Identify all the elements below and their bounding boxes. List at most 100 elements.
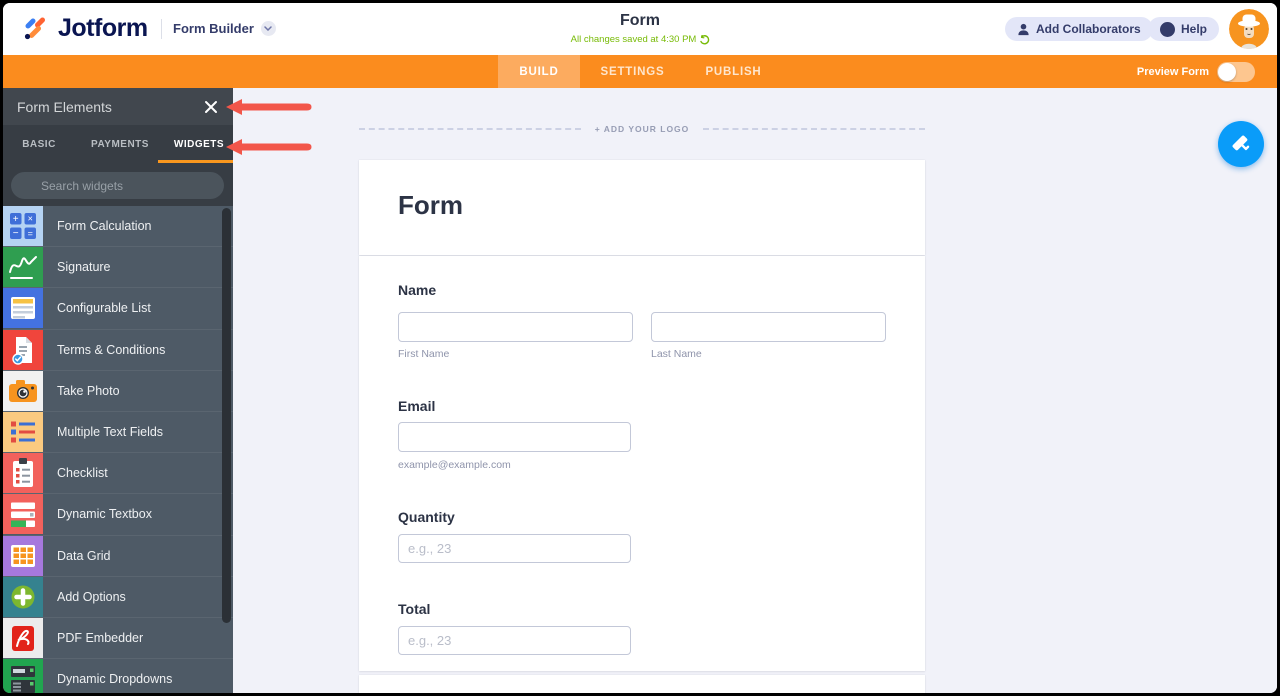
- tab-build[interactable]: BUILD: [498, 55, 580, 88]
- preview-form-toggle[interactable]: [1217, 61, 1255, 82]
- sidebar-scrollbar[interactable]: [222, 208, 231, 623]
- user-avatar[interactable]: [1229, 9, 1269, 49]
- name-field-label[interactable]: Name: [398, 282, 436, 298]
- form-footer-card[interactable]: [359, 675, 925, 693]
- jotform-logo[interactable]: Jotform: [21, 14, 148, 43]
- widget-item-data-grid[interactable]: Data Grid: [3, 535, 233, 577]
- pdf-icon: [3, 617, 43, 658]
- annotation-arrow-widgets: [226, 139, 312, 155]
- stacked-inputs-icon: [3, 494, 43, 535]
- table-list-icon: [3, 288, 43, 329]
- help-label: Help: [1181, 22, 1208, 36]
- text-lines-icon: [3, 412, 43, 453]
- widget-item-configurable-list[interactable]: Configurable List: [3, 288, 233, 330]
- form-builder-menu[interactable]: Form Builder: [173, 21, 276, 36]
- total-input[interactable]: [398, 626, 631, 655]
- tab-payments[interactable]: PAYMENTS: [75, 139, 165, 150]
- jotform-logo-icon: [24, 17, 45, 39]
- plus-circle-icon: [3, 576, 43, 617]
- widget-item-form-calculation[interactable]: + × − = Form Calculation: [3, 206, 233, 248]
- quantity-input[interactable]: [398, 534, 631, 563]
- widget-item-label: Dynamic Textbox: [57, 507, 152, 522]
- add-logo-label[interactable]: + ADD YOUR LOGO: [581, 124, 704, 134]
- email-field-label[interactable]: Email: [398, 398, 435, 414]
- question-mark-icon: ?: [1160, 21, 1175, 37]
- panel-tabs: BASIC PAYMENTS WIDGETS: [3, 125, 233, 163]
- first-name-input[interactable]: [398, 312, 633, 342]
- tab-widgets[interactable]: WIDGETS: [165, 139, 233, 150]
- widget-item-label: Checklist: [57, 466, 108, 481]
- panel-title: Form Elements: [17, 98, 112, 115]
- paint-roller-icon: [1232, 135, 1250, 151]
- help-button[interactable]: ? Help: [1148, 17, 1220, 41]
- revision-history-icon[interactable]: [699, 34, 709, 45]
- tab-publish[interactable]: PUBLISH: [685, 55, 782, 88]
- tab-basic[interactable]: BASIC: [3, 139, 75, 150]
- logo-text: Jotform: [58, 14, 148, 42]
- widget-list: + × − = Form Calculation Signature Configurabl…: [3, 206, 233, 693]
- widget-item-label: Form Calculation: [57, 219, 152, 234]
- widget-item-terms-conditions[interactable]: Terms & Conditions: [3, 329, 233, 371]
- dashed-line-left: [359, 128, 581, 130]
- form-canvas: + ADD YOUR LOGO Form Name First Name Las…: [233, 88, 1277, 693]
- email-input[interactable]: [398, 422, 631, 452]
- form-designer-button[interactable]: [1218, 121, 1264, 167]
- tab-settings[interactable]: SETTINGS: [580, 55, 685, 88]
- avatar-image: [1229, 9, 1269, 49]
- widget-item-label: Data Grid: [57, 548, 111, 563]
- page-title[interactable]: Form: [571, 12, 710, 30]
- dashed-line-right: [703, 128, 925, 130]
- add-collaborators-label: Add Collaborators: [1036, 22, 1141, 36]
- build-toolbar: BUILD SETTINGS PUBLISH Preview Form: [3, 55, 1277, 88]
- widget-item-multiple-text-fields[interactable]: Multiple Text Fields: [3, 411, 233, 454]
- total-field-label[interactable]: Total: [398, 601, 430, 617]
- save-status: All changes saved at 4:30 PM: [571, 34, 710, 45]
- preview-form-label: Preview Form: [1136, 65, 1209, 78]
- last-name-sublabel: Last Name: [651, 348, 702, 360]
- add-collaborators-button[interactable]: Add Collaborators: [1005, 17, 1153, 41]
- svg-text:−: −: [13, 228, 19, 239]
- toggle-knob: [1218, 62, 1236, 81]
- widget-item-label: Multiple Text Fields: [57, 425, 164, 440]
- widget-item-add-options[interactable]: Add Options: [3, 576, 233, 618]
- top-header: Jotform Form Builder Form All changes sa…: [3, 3, 1277, 55]
- form-fields-card[interactable]: Name First Name Last Name Email example@…: [359, 256, 925, 671]
- search-row: [3, 163, 233, 206]
- widget-item-label: Signature: [57, 260, 111, 275]
- widget-item-dynamic-dropdowns[interactable]: Dynamic Dropdowns: [3, 659, 233, 693]
- person-icon: [1018, 23, 1029, 35]
- first-name-sublabel: First Name: [398, 348, 450, 360]
- close-icon[interactable]: [203, 99, 219, 115]
- clipboard-icon: [3, 453, 43, 494]
- last-name-input[interactable]: [651, 312, 886, 342]
- widget-item-pdf-embedder[interactable]: PDF Embedder: [3, 617, 233, 660]
- dropdown-list-icon: [3, 659, 43, 693]
- grid-icon: [3, 535, 43, 576]
- widget-item-dynamic-textbox[interactable]: Dynamic Textbox: [3, 494, 233, 536]
- search-input[interactable]: [11, 172, 224, 199]
- add-logo-area[interactable]: + ADD YOUR LOGO: [359, 121, 925, 137]
- widget-item-take-photo[interactable]: Take Photo: [3, 370, 233, 412]
- document-check-icon: [3, 329, 43, 370]
- panel-header: Form Elements: [3, 88, 233, 125]
- form-heading[interactable]: Form: [398, 190, 463, 221]
- widget-item-label: Dynamic Dropdowns: [57, 672, 173, 687]
- form-builder-label: Form Builder: [173, 21, 254, 36]
- form-heading-card[interactable]: Form: [359, 160, 925, 255]
- svg-text:+: +: [13, 214, 19, 225]
- header-divider: [161, 19, 162, 39]
- calculator-icon: + × − =: [3, 206, 43, 247]
- signature-icon: [3, 247, 43, 288]
- annotation-arrow-close: [226, 99, 312, 115]
- widget-item-label: Terms & Conditions: [57, 342, 166, 357]
- app-window: Jotform Form Builder Form All changes sa…: [0, 0, 1280, 696]
- widget-item-checklist[interactable]: Checklist: [3, 453, 233, 495]
- widget-item-signature[interactable]: Signature: [3, 247, 233, 289]
- svg-text:=: =: [28, 228, 33, 238]
- widget-item-label: Add Options: [57, 589, 126, 604]
- form-elements-panel: Form Elements BASIC PAYMENTS WIDGETS + ×−…: [3, 88, 233, 693]
- widget-item-label: Take Photo: [57, 383, 120, 398]
- chevron-down-icon: [260, 21, 276, 36]
- quantity-field-label[interactable]: Quantity: [398, 509, 455, 525]
- svg-text:×: ×: [28, 214, 33, 224]
